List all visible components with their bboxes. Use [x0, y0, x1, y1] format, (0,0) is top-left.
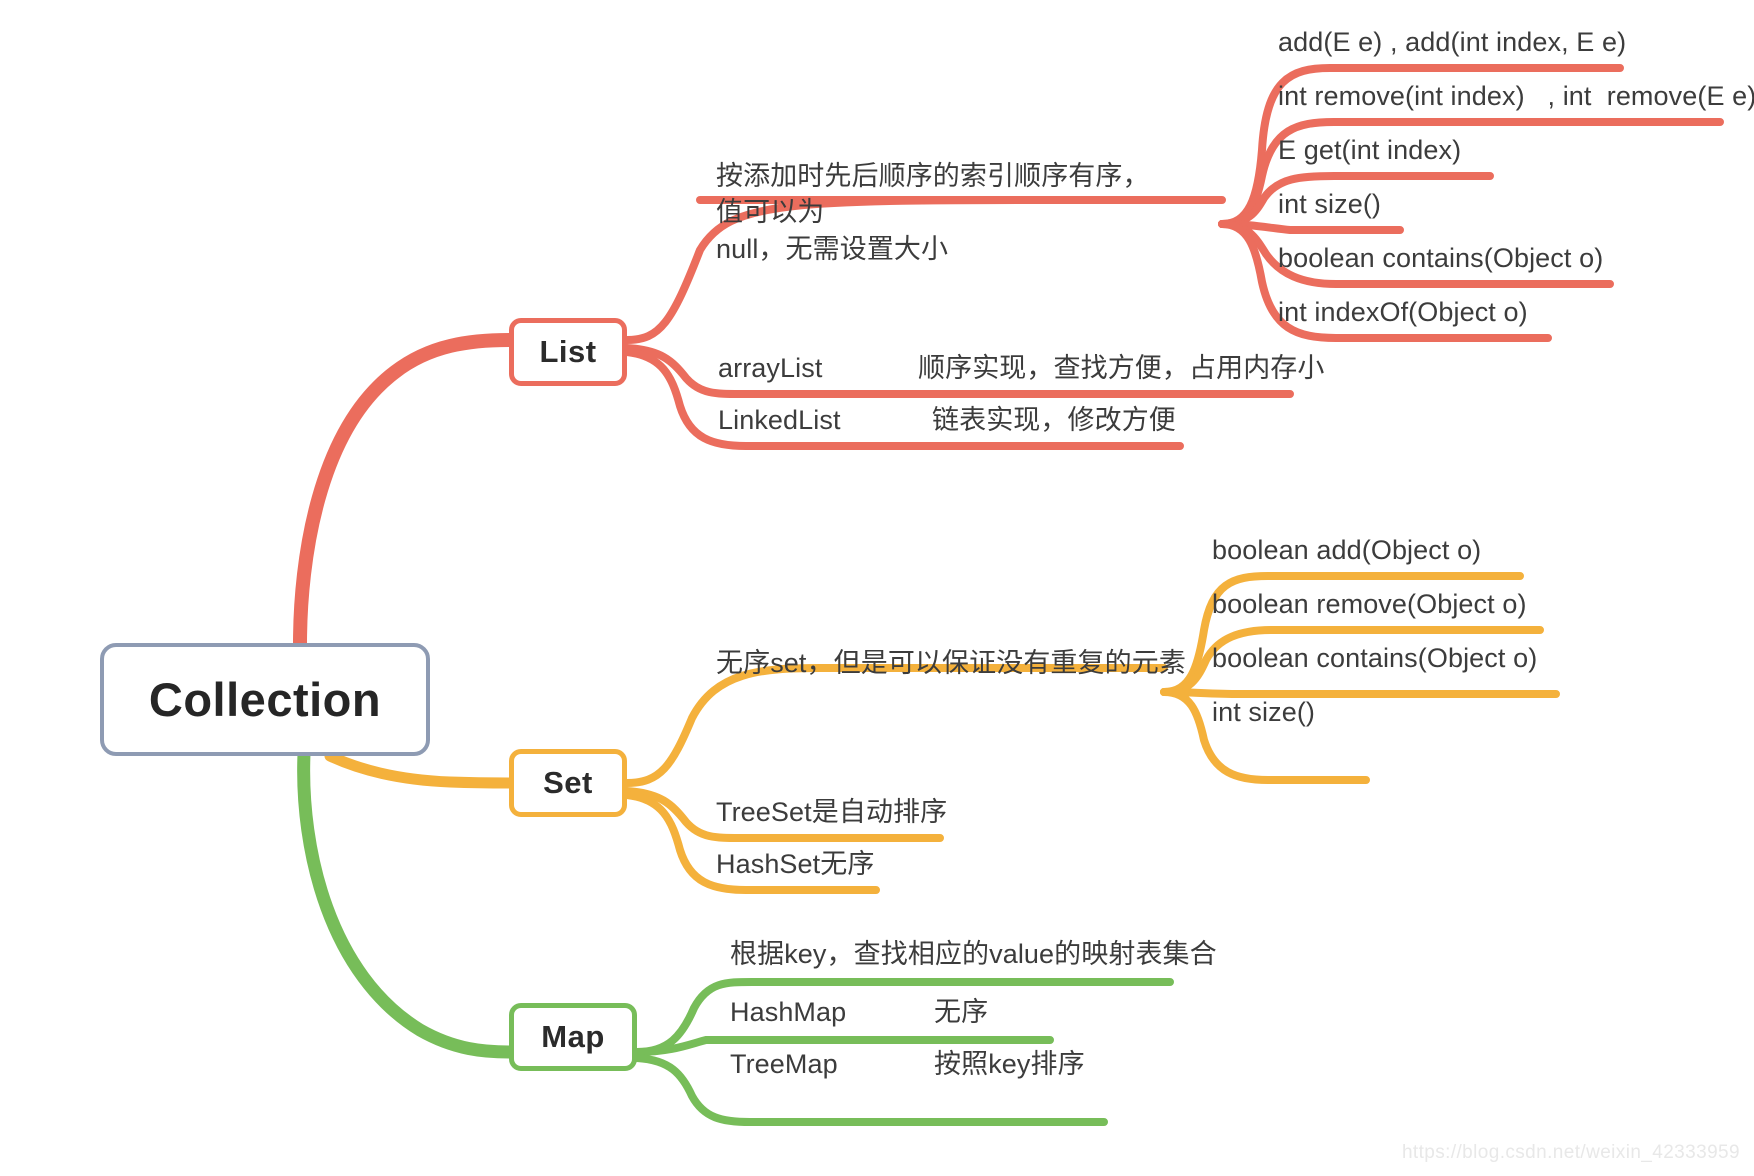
branch-node-list[interactable]: List	[509, 318, 627, 386]
list-description: 按添加时先后顺序的索引顺序有序，值可以为 null，无需设置大小	[716, 161, 1150, 264]
set-description: 无序set，但是可以保证没有重复的元素	[716, 648, 1186, 678]
map-impl-name: TreeMap	[730, 1049, 838, 1079]
list-method-item: int size()	[1278, 189, 1382, 219]
list-impl-note: 顺序实现，查找方便，占用内存小	[918, 353, 1325, 383]
set-method-item: int size()	[1212, 697, 1316, 727]
branch-node-label: List	[539, 334, 597, 369]
branch-node-label: Set	[543, 765, 593, 800]
list-method-item: add(E e) , add(int index, E e)	[1278, 27, 1627, 57]
root-node-collection[interactable]: Collection	[100, 643, 430, 756]
branch-node-label: Map	[541, 1019, 605, 1054]
map-impl-note: 按照key排序	[934, 1049, 1085, 1079]
root-node-label: Collection	[148, 673, 382, 726]
set-method-item: boolean contains(Object o)	[1212, 643, 1538, 673]
set-impl-name: HashSet无序	[716, 849, 875, 879]
mindmap-canvas: Collection List Set Map 按添加时先后顺序的索引顺序有序，…	[0, 0, 1754, 1176]
map-description: 根据key，查找相应的value的映射表集合	[730, 939, 1217, 969]
set-impl-name: TreeSet是自动排序	[716, 797, 948, 827]
branch-node-set[interactable]: Set	[509, 749, 627, 817]
list-method-item: int remove(int index) , int remove(E e)	[1278, 81, 1754, 111]
map-impl-name: HashMap	[730, 997, 847, 1027]
watermark: https://blog.csdn.net/weixin_42333959	[1401, 1142, 1740, 1163]
list-impl-name: arrayList	[718, 353, 823, 383]
list-impl-note: 链表实现，修改方便	[932, 405, 1176, 435]
set-method-item: boolean remove(Object o)	[1212, 589, 1527, 619]
list-method-item: int indexOf(Object o)	[1278, 297, 1528, 327]
list-method-item: E get(int index)	[1278, 135, 1462, 165]
map-impl-note: 无序	[934, 997, 989, 1027]
set-method-item: boolean add(Object o)	[1212, 535, 1482, 565]
list-method-item: boolean contains(Object o)	[1278, 243, 1604, 273]
branch-node-map[interactable]: Map	[509, 1003, 637, 1071]
list-impl-name: LinkedList	[718, 405, 841, 435]
